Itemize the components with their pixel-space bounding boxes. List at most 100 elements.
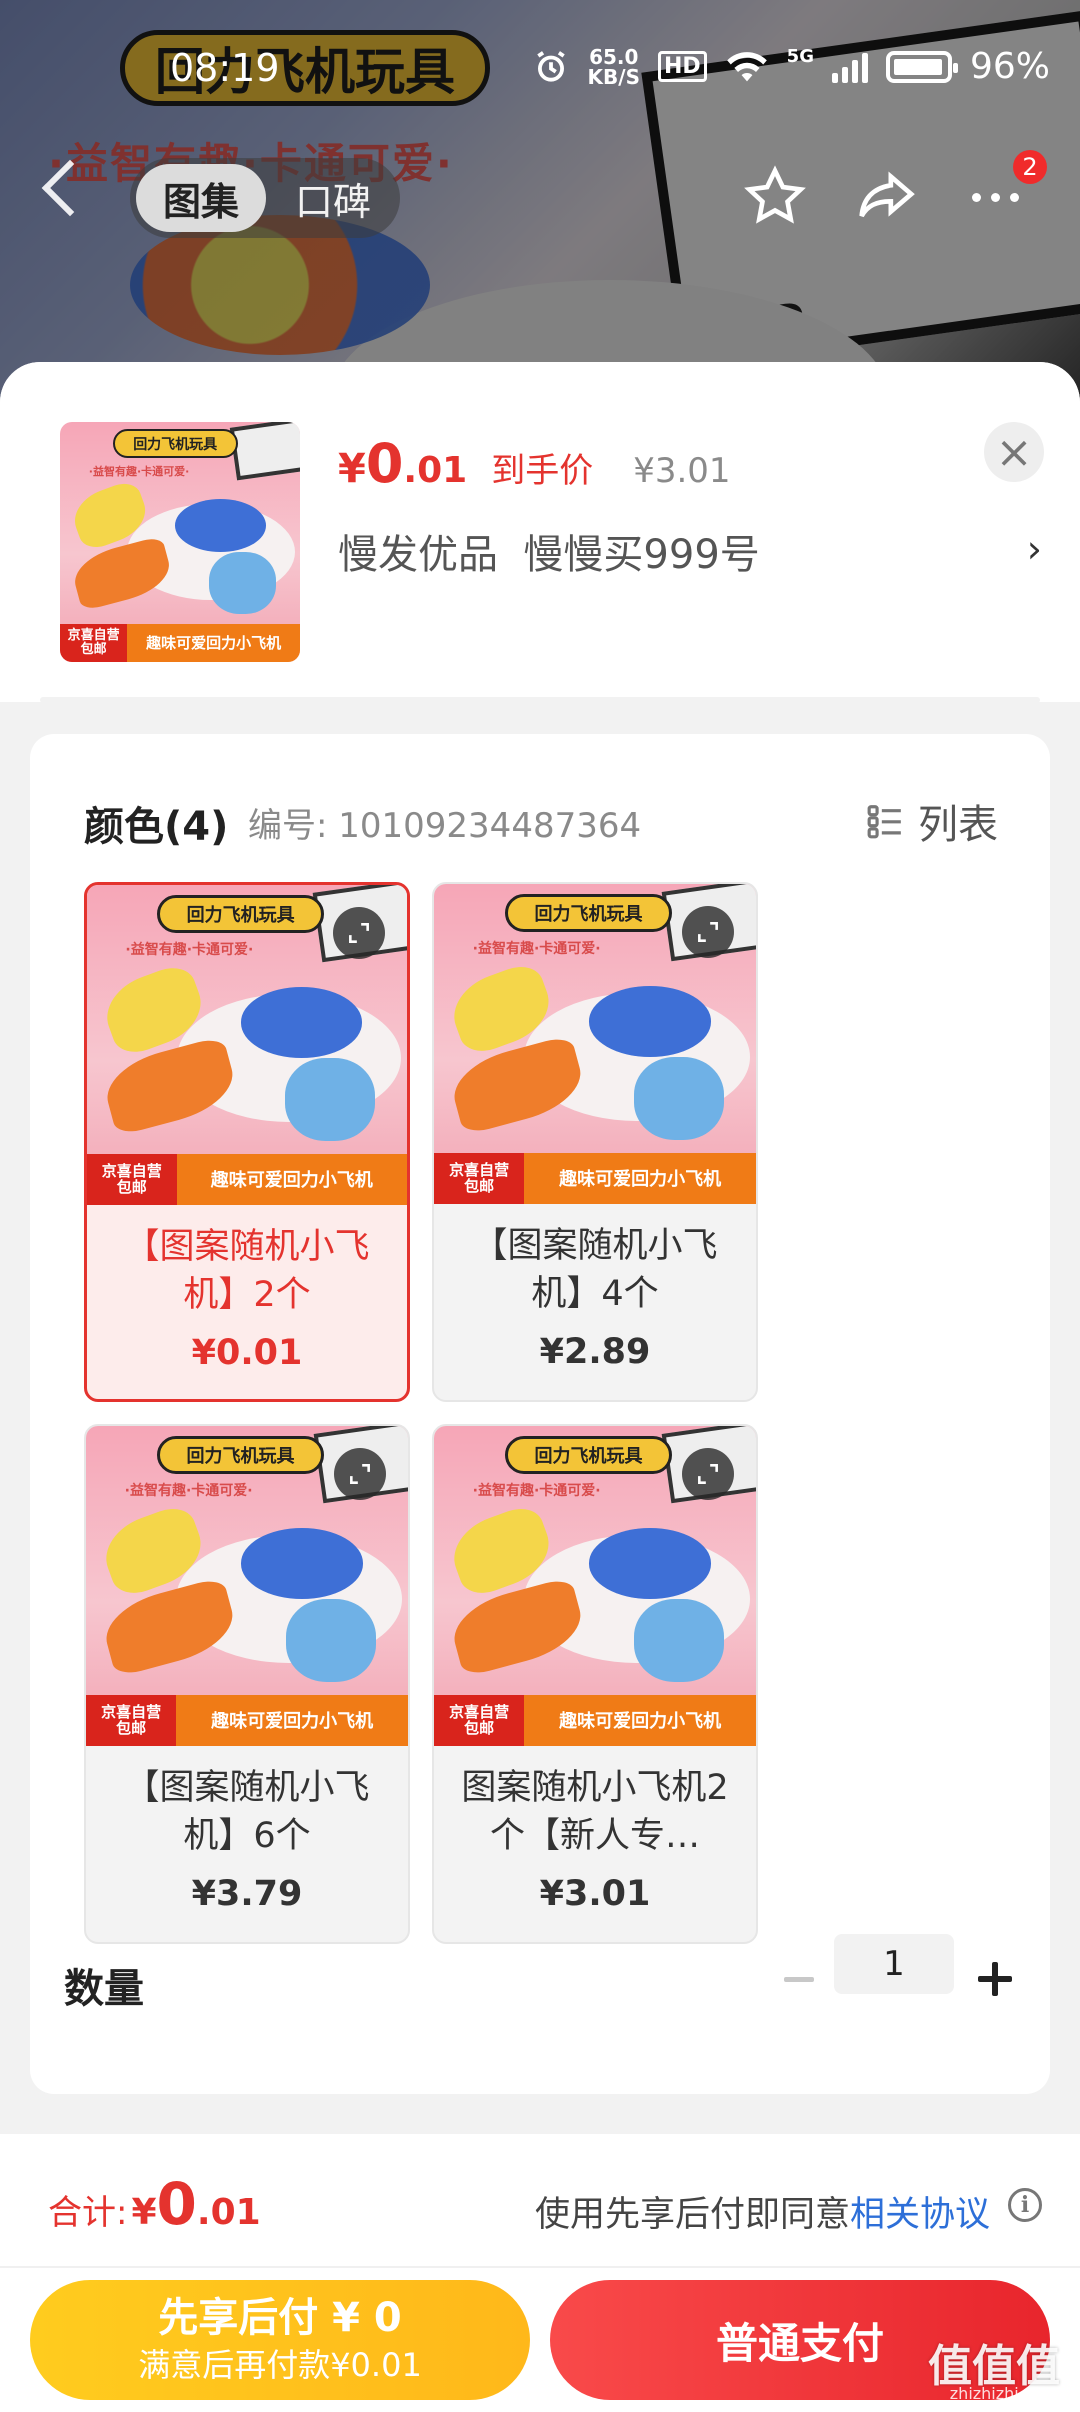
strip-product-name: 趣味可爱回力小飞机 [127, 623, 300, 662]
checkout-footer: 合计: ¥ 0 .01 使用先享后付即同意相关协议 i 先享后付 ¥ 0 满意后… [0, 2134, 1080, 2412]
notification-badge: 2 [1013, 150, 1047, 184]
sku-selection-sheet: 回力飞机玩具 ·益智有趣·卡通可爱· 京喜自营 包邮 趣味可爱回力小飞机 ¥ 0 .… [0, 362, 1080, 2412]
strip-seller: 京喜自营 [449, 1702, 510, 1721]
net-speed-value: 65.0 [589, 44, 639, 69]
expand-icon[interactable] [682, 1448, 734, 1500]
option-image: 回力飞机玩具 ·益智有趣·卡通可爱· 京喜自营 包邮 趣味可爱回力小飞机 [434, 884, 756, 1204]
quantity-input[interactable]: 1 [834, 1934, 954, 1994]
info-icon[interactable]: i [1008, 2188, 1042, 2222]
service-text[interactable]: 慢发优品 慢慢买999号 [338, 522, 760, 580]
options-card: 颜色(4) 编号: 10109234487364 列表 回力飞机玩具 ·益智有趣… [30, 734, 1050, 2094]
option-image-slogan: ·益智有趣·卡通可爱· [125, 942, 254, 959]
expand-icon[interactable] [334, 1448, 386, 1500]
status-time: 08:19 [170, 46, 280, 90]
bnpl-subtitle: 满意后再付款¥0.01 [138, 2346, 422, 2384]
strip-shipping: 包邮 [464, 1177, 495, 1196]
strip-seller: 京喜自营 [449, 1160, 510, 1179]
agreement-prefix: 使用先享后付即同意 [534, 2195, 850, 2235]
option-image: 回力飞机玩具 ·益智有趣·卡通可爱· 京喜自营 包邮 趣味可爱回力小飞机 [87, 885, 407, 1205]
hd-icon: HD [657, 51, 707, 82]
option-price: ¥3.79 [191, 1874, 303, 1914]
strip-product-name: 趣味可爱回力小飞机 [176, 1694, 408, 1746]
header-divider [40, 697, 1040, 703]
status-icons: 65.0 KB/S HD 5G 96% [532, 46, 1050, 87]
alarm-icon [536, 50, 565, 82]
option-image-tag: 回力飞机玩具 [156, 1435, 325, 1474]
product-image: 回力飞机玩具 ·益智有趣·卡通可爱· 京喜自营 包邮 趣味可爱回力小飞机 [60, 422, 300, 662]
color-option-1[interactable]: 回力飞机玩具 ·益智有趣·卡通可爱· 京喜自营 包邮 趣味可爱回力小飞机 【图案随机… [84, 882, 410, 1402]
option-image-tag: 回力飞机玩具 [504, 893, 673, 932]
strip-seller: 京喜自营 [101, 1161, 162, 1180]
color-option-2[interactable]: 回力飞机玩具 ·益智有趣·卡通可爱· 京喜自营 包邮 趣味可爱回力小飞机 【图案随机… [432, 882, 758, 1402]
total-label: 合计: [48, 2193, 128, 2233]
option-name: 【图案随机小飞机】6个 [124, 1768, 370, 1856]
option-price: ¥0.01 [191, 1333, 303, 1373]
strip-shipping: 包邮 [116, 1178, 147, 1197]
tab-gallery[interactable]: 图集 [136, 164, 266, 232]
color-option-3[interactable]: 回力飞机玩具 ·益智有趣·卡通可爱· 京喜自营 包邮 趣味可爱回力小飞机 【图案随机… [84, 1424, 410, 1944]
back-arrow-icon[interactable] [41, 159, 99, 217]
watermark-url: zhizhizhi.com [949, 2384, 1058, 2403]
strip-product-name: 趣味可爱回力小飞机 [176, 1153, 407, 1205]
original-price: ¥3.01 [633, 451, 731, 491]
total-currency: ¥ [131, 2192, 157, 2233]
wifi-icon [726, 51, 767, 81]
net-speed-unit: KB/S [587, 64, 640, 89]
price-decimal: .01 [403, 450, 468, 491]
option-name: 【图案随机小飞机】2个 [124, 1227, 370, 1315]
list-view-button[interactable]: 列表 [866, 792, 998, 850]
strip-seller: 京喜自营 [67, 627, 120, 643]
price-integer: 0 [365, 432, 404, 495]
footer-divider [0, 2266, 1080, 2268]
option-image: 回力飞机玩具 ·益智有趣·卡通可爱· 京喜自营 包邮 趣味可爱回力小飞机 [434, 1426, 756, 1746]
option-image: 回力飞机玩具 ·益智有趣·卡通可爱· 京喜自营 包邮 趣味可爱回力小飞机 [86, 1426, 408, 1746]
product-image-tag: 回力飞机玩具 [112, 429, 238, 458]
list-view-label: 列表 [918, 802, 998, 848]
battery-icon [885, 50, 958, 83]
strip-shipping: 包邮 [80, 641, 107, 657]
option-image-tag: 回力飞机玩具 [504, 1435, 673, 1474]
buy-now-pay-later-button[interactable]: 先享后付 ¥ 0 满意后再付款¥0.01 [30, 2280, 530, 2400]
color-option-4[interactable]: 回力飞机玩具 ·益智有趣·卡通可爱· 京喜自营 包邮 趣味可爱回力小飞机 图案随机小… [432, 1424, 758, 1944]
tab-reviews[interactable]: 口碑 [266, 171, 400, 226]
favorite-star-icon[interactable] [740, 162, 810, 232]
increase-quantity-button[interactable] [970, 1954, 1020, 2004]
strip-product-name: 趣味可爱回力小飞机 [524, 1152, 756, 1204]
product-image-slogan: ·益智有趣·卡通可爱· [88, 464, 190, 478]
price-label: 到手价 [491, 451, 594, 491]
strip-shipping: 包邮 [464, 1719, 495, 1738]
color-options-grid: 回力飞机玩具 ·益智有趣·卡通可爱· 京喜自营 包邮 趣味可爱回力小飞机 【图案随机… [84, 882, 758, 1944]
total-price: 合计: ¥ 0 .01 [48, 2170, 261, 2238]
cellular-5g-label: 5G [786, 46, 814, 67]
expand-icon[interactable] [333, 907, 385, 959]
product-thumbnail[interactable]: 回力飞机玩具 ·益智有趣·卡通可爱· 京喜自营 包邮 趣味可爱回力小飞机 [60, 422, 300, 662]
total-decimal: .01 [196, 2192, 261, 2233]
option-image-slogan: ·益智有趣·卡通可爱· [124, 1483, 253, 1500]
chevron-right-icon[interactable]: › [1027, 527, 1042, 571]
final-price: ¥ 0 .01 到手价 ¥3.01 [338, 432, 731, 495]
strip-product-name: 趣味可爱回力小飞机 [524, 1694, 756, 1746]
close-button[interactable]: × [984, 422, 1044, 482]
share-icon[interactable] [850, 162, 920, 232]
tab-switcher: 图集 口碑 [130, 158, 400, 238]
total-integer: 0 [156, 2170, 197, 2238]
option-name: 【图案随机小飞机】4个 [472, 1226, 718, 1314]
total-row: 合计: ¥ 0 .01 使用先享后付即同意相关协议 i [0, 2134, 1080, 2264]
option-name: 图案随机小飞机2个【新人专… [461, 1768, 729, 1856]
net-speed: 65.0 KB/S [588, 47, 640, 87]
agreement-text: 使用先享后付即同意相关协议 [535, 2186, 990, 2237]
top-nav: 图集 口碑 2 [0, 150, 1080, 240]
product-code: 编号: 10109234487364 [248, 806, 642, 846]
option-image-slogan: ·益智有趣·卡通可爱· [472, 941, 601, 958]
battery-percent: 96% [969, 46, 1050, 87]
status-bar: 08:19 65.0 KB/S HD 5G 96% [0, 40, 1080, 100]
strip-seller: 京喜自营 [101, 1702, 162, 1721]
expand-icon[interactable] [682, 906, 734, 958]
agreement-link[interactable]: 相关协议 [850, 2195, 990, 2235]
color-section-title: 颜色(4) [84, 804, 229, 850]
option-price: ¥2.89 [539, 1332, 651, 1372]
strip-shipping: 包邮 [116, 1719, 147, 1738]
option-price: ¥3.01 [539, 1874, 651, 1914]
decrease-quantity-button[interactable] [774, 1954, 824, 2004]
sheet-header: 回力飞机玩具 ·益智有趣·卡通可爱· 京喜自营 包邮 趣味可爱回力小飞机 ¥ 0 .… [0, 362, 1080, 702]
